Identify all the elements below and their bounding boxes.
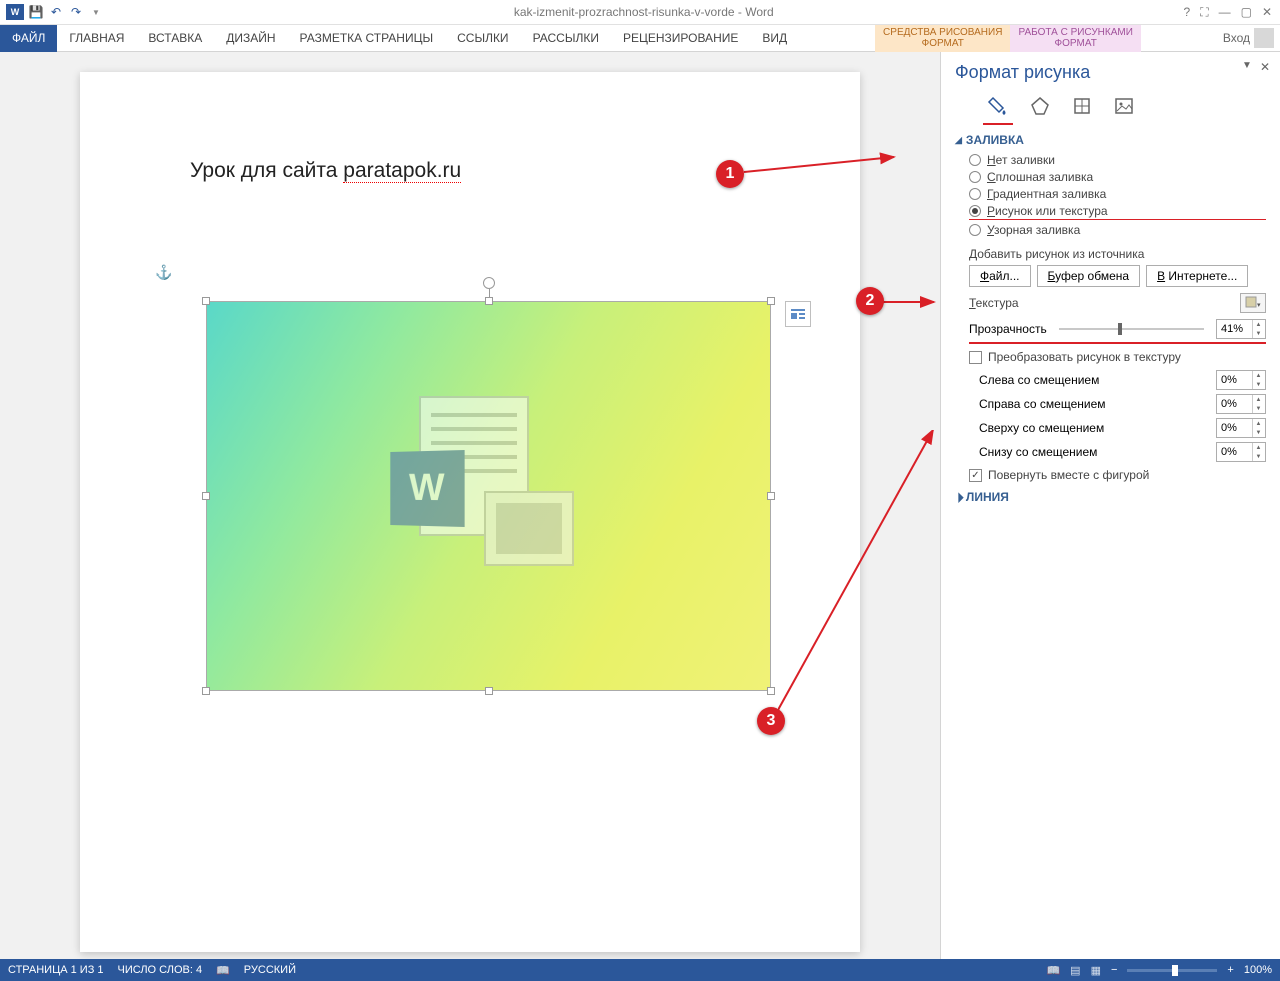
tab-view[interactable]: ВИД <box>750 25 799 52</box>
fill-line-icon[interactable] <box>985 93 1011 119</box>
texture-dropdown[interactable]: ▾ <box>1240 293 1266 313</box>
title-bar: W 💾 ↶ ↷ ▼ kak-izmenit-prozrachnost-risun… <box>0 0 1280 25</box>
shape-fill: W <box>206 301 771 691</box>
avatar <box>1254 28 1274 48</box>
format-picture-pane: ▼ ✕ Формат рисунка ◢ЗАЛИВКА Нет заливки С… <box>940 52 1280 959</box>
status-bar: СТРАНИЦА 1 ИЗ 1 ЧИСЛО СЛОВ: 4 📖 РУССКИЙ … <box>0 959 1280 981</box>
annotation-3: 3 <box>757 707 785 735</box>
texture-label: Текстура <box>969 296 1240 310</box>
rotate-checkbox[interactable]: ✓Повернуть вместе с фигурой <box>969 468 1266 482</box>
pane-title: Формат рисунка <box>955 62 1266 83</box>
offset-bottom-label: Снизу со смещением <box>979 445 1216 459</box>
zoom-in-button[interactable]: + <box>1227 964 1233 976</box>
offset-right-input[interactable]: 0%▲▼ <box>1216 394 1266 414</box>
redo-icon[interactable]: ↷ <box>68 4 84 20</box>
transparency-input[interactable]: 41%▲▼ <box>1216 319 1266 339</box>
offset-top-input[interactable]: 0%▲▼ <box>1216 418 1266 438</box>
transparency-slider[interactable] <box>1059 328 1204 330</box>
tab-layout[interactable]: РАЗМЕТКА СТРАНИЦЫ <box>288 25 446 52</box>
save-icon[interactable]: 💾 <box>28 4 44 20</box>
offset-right-label: Справа со смещением <box>979 397 1216 411</box>
anchor-icon: ⚓ <box>155 264 172 281</box>
ribbon-display-icon[interactable]: ⛶ <box>1200 5 1208 20</box>
picture-icon[interactable] <box>1111 93 1137 119</box>
word-logo-image: W <box>389 396 589 596</box>
online-button[interactable]: В Интернете... <box>1146 265 1248 287</box>
line-section-header[interactable]: ◢ЛИНИЯ <box>955 490 1266 504</box>
resize-handle[interactable] <box>485 297 493 305</box>
radio-pattern-fill[interactable]: Узорная заливка <box>969 223 1266 237</box>
window-title: kak-izmenit-prozrachnost-risunka-v-vorde… <box>104 5 1184 19</box>
maximize-icon[interactable]: ▢ <box>1241 5 1252 19</box>
read-mode-icon[interactable]: 📖 <box>1046 964 1060 977</box>
radio-solid-fill[interactable]: Сплошная заливка <box>969 170 1266 184</box>
page-heading: Урок для сайта paratapok.ru <box>190 157 750 183</box>
offset-bottom-input[interactable]: 0%▲▼ <box>1216 442 1266 462</box>
tile-checkbox[interactable]: Преобразовать рисунок в текстуру <box>969 350 1266 364</box>
effects-icon[interactable] <box>1027 93 1053 119</box>
ribbon-tabs: ФАЙЛ ГЛАВНАЯ ВСТАВКА ДИЗАЙН РАЗМЕТКА СТР… <box>0 25 1280 52</box>
pane-options-icon[interactable]: ▼ <box>1242 60 1252 74</box>
clipboard-button[interactable]: Буфер обмена <box>1037 265 1141 287</box>
proofing-icon[interactable]: 📖 <box>216 964 230 977</box>
radio-no-fill[interactable]: Нет заливки <box>969 153 1266 167</box>
tab-drawing-tools[interactable]: СРЕДСТВА РИСОВАНИЯФОРМАТ <box>875 25 1010 52</box>
zoom-slider[interactable] <box>1127 969 1217 972</box>
help-icon[interactable]: ? <box>1184 5 1191 19</box>
tab-references[interactable]: ССЫЛКИ <box>445 25 520 52</box>
print-layout-icon[interactable]: ▤ <box>1070 964 1080 977</box>
offset-left-label: Слева со смещением <box>979 373 1216 387</box>
zoom-level[interactable]: 100% <box>1244 964 1272 976</box>
pane-close-icon[interactable]: ✕ <box>1260 60 1270 74</box>
page: Урок для сайта paratapok.ru ⚓ W <box>80 72 860 952</box>
svg-text:▾: ▾ <box>1257 302 1261 309</box>
rotate-handle[interactable] <box>483 277 495 289</box>
tab-review[interactable]: РЕЦЕНЗИРОВАНИЕ <box>611 25 750 52</box>
tab-insert[interactable]: ВСТАВКА <box>136 25 214 52</box>
resize-handle[interactable] <box>202 297 210 305</box>
resize-handle[interactable] <box>767 687 775 695</box>
resize-handle[interactable] <box>485 687 493 695</box>
word-app-icon: W <box>6 4 24 20</box>
file-button[interactable]: Файл... <box>969 265 1031 287</box>
transparency-label: Прозрачность <box>969 322 1047 336</box>
close-icon[interactable]: ✕ <box>1262 5 1272 19</box>
page-count[interactable]: СТРАНИЦА 1 ИЗ 1 <box>8 964 104 976</box>
selected-shape[interactable]: W <box>206 301 771 691</box>
radio-gradient-fill[interactable]: Градиентная заливка <box>969 187 1266 201</box>
offset-left-input[interactable]: 0%▲▼ <box>1216 370 1266 390</box>
word-count[interactable]: ЧИСЛО СЛОВ: 4 <box>118 964 203 976</box>
tab-picture-tools[interactable]: РАБОТА С РИСУНКАМИФОРМАТ <box>1010 25 1140 52</box>
fill-section-header[interactable]: ◢ЗАЛИВКА <box>955 133 1266 147</box>
minimize-icon[interactable]: — <box>1219 5 1231 19</box>
qat-dropdown-icon[interactable]: ▼ <box>88 4 104 20</box>
login-link[interactable]: Вход <box>1217 28 1280 48</box>
layout-props-icon[interactable] <box>1069 93 1095 119</box>
language[interactable]: РУССКИЙ <box>244 964 296 976</box>
tab-mailings[interactable]: РАССЫЛКИ <box>521 25 611 52</box>
add-picture-label: Добавить рисунок из источника <box>969 247 1266 261</box>
annotation-1: 1 <box>716 160 744 188</box>
resize-handle[interactable] <box>767 492 775 500</box>
document-area[interactable]: Урок для сайта paratapok.ru ⚓ W <box>0 52 940 959</box>
layout-options-button[interactable] <box>785 301 811 327</box>
undo-icon[interactable]: ↶ <box>48 4 64 20</box>
tab-design[interactable]: ДИЗАЙН <box>214 25 287 52</box>
tab-home[interactable]: ГЛАВНАЯ <box>57 25 136 52</box>
web-layout-icon[interactable]: ▦ <box>1091 964 1101 977</box>
annotation-2: 2 <box>856 287 884 315</box>
radio-picture-fill[interactable]: Рисунок или текстура <box>969 204 1266 220</box>
resize-handle[interactable] <box>202 687 210 695</box>
zoom-out-button[interactable]: − <box>1111 964 1117 976</box>
resize-handle[interactable] <box>767 297 775 305</box>
resize-handle[interactable] <box>202 492 210 500</box>
tab-file[interactable]: ФАЙЛ <box>0 25 57 52</box>
offset-top-label: Сверху со смещением <box>979 421 1216 435</box>
